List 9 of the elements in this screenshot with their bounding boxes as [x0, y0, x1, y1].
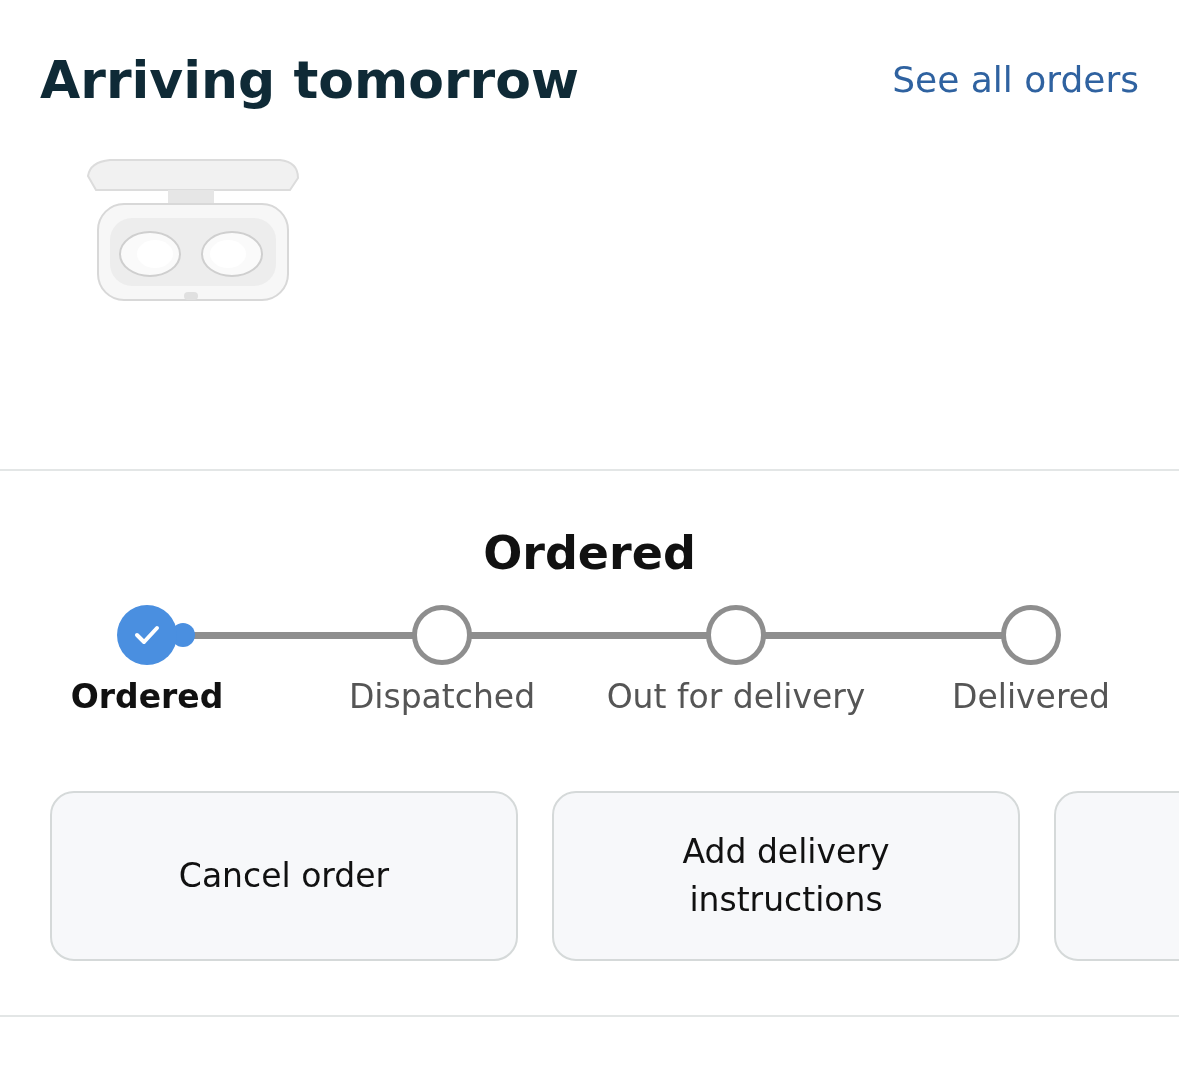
action-button[interactable]: Add delivery instructions	[552, 791, 1020, 961]
page-title: Arriving tomorrow	[40, 49, 579, 112]
see-all-orders-link[interactable]: See all orders	[892, 50, 1139, 110]
status-title: Ordered	[482, 525, 697, 582]
step-label: Ordered	[70, 676, 224, 718]
step-label: Out for delivery	[606, 676, 866, 718]
action-button[interactable]: Cancel order	[50, 791, 518, 961]
step-label: Dispatched	[348, 676, 536, 718]
step-label: Delivered	[952, 676, 1110, 718]
